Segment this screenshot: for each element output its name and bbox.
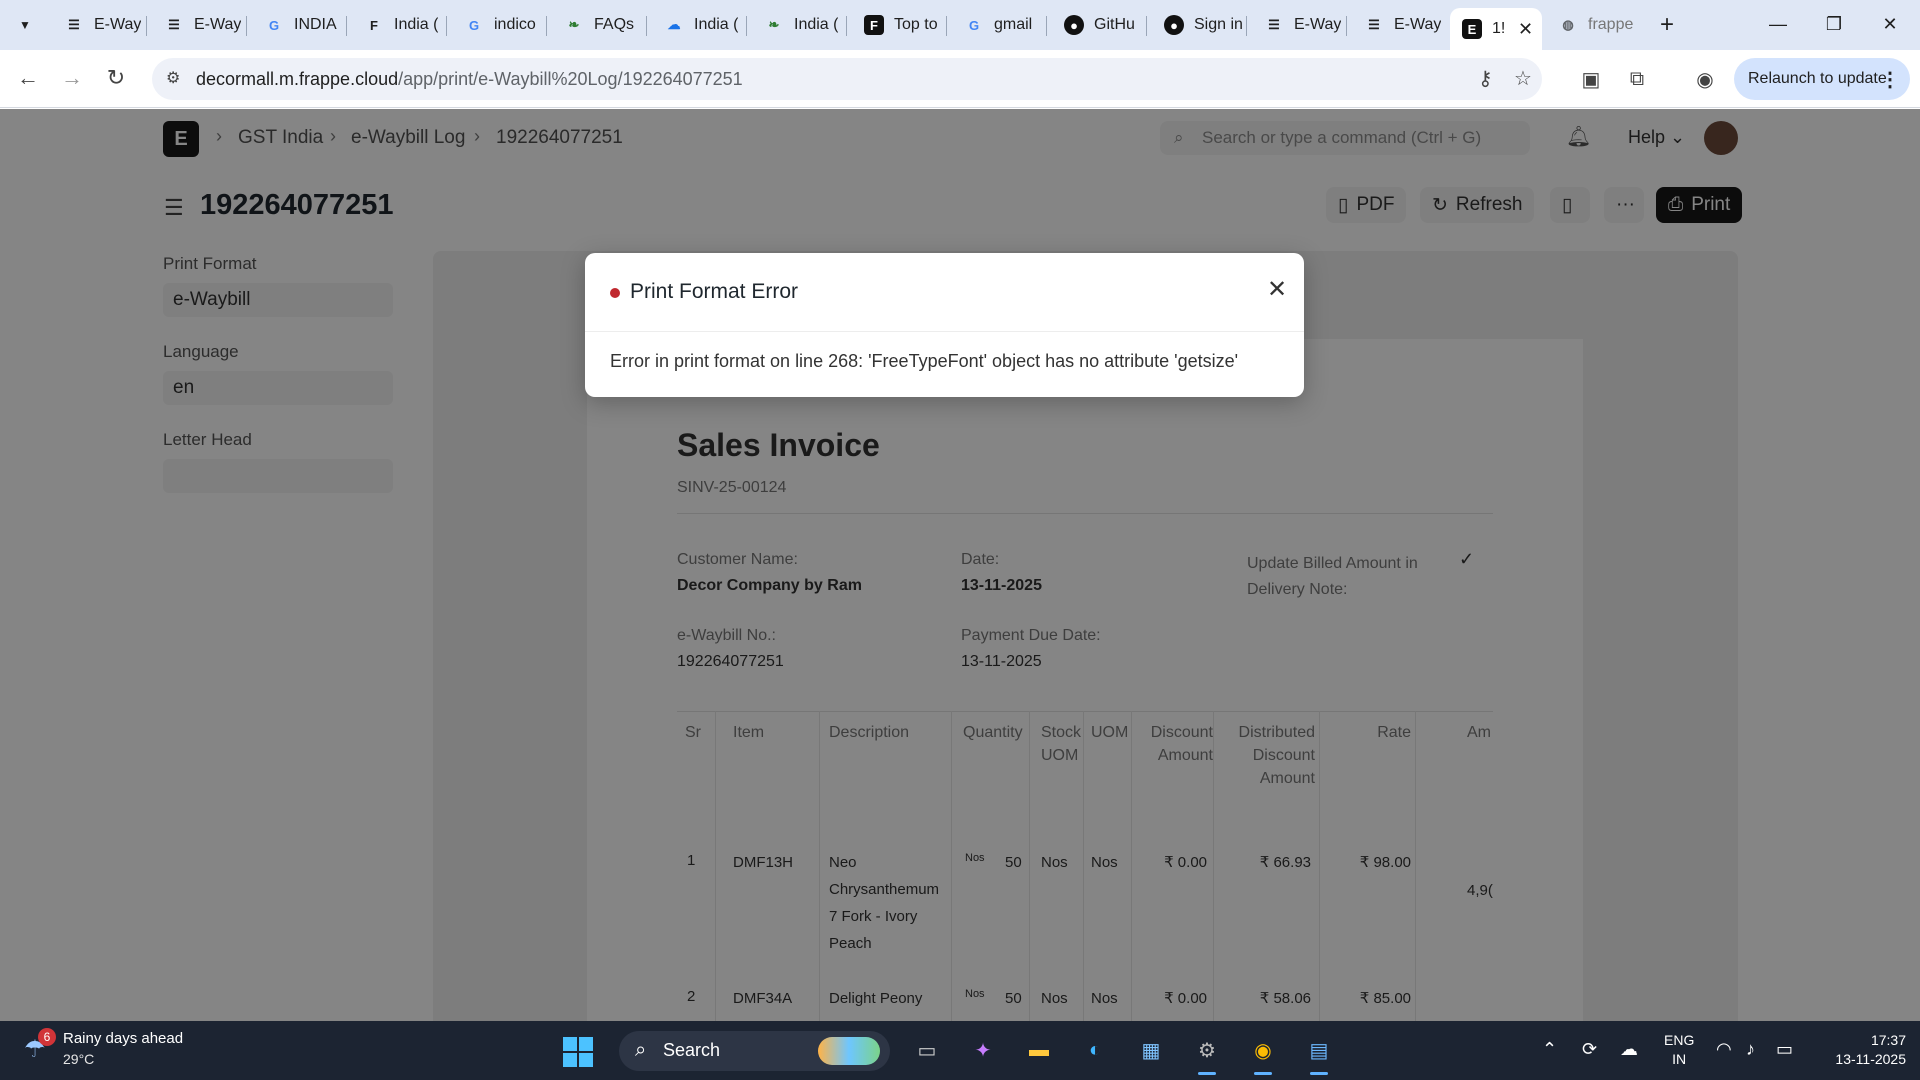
browser-tab[interactable]: ● GitHu [1052,8,1144,42]
edge-icon[interactable]: ◐ [1078,1033,1112,1067]
extension-app-icon[interactable]: ▣ [1576,64,1606,94]
app-page: E › GST India › e-Waybill Log › 19226407… [0,109,1920,1021]
copilot-icon[interactable]: ✦ [966,1033,1000,1067]
browser-tab[interactable]: ☰ E-Way [1252,8,1344,42]
password-key-icon[interactable]: ⚷ [1478,66,1493,91]
leaf-favicon-icon: ❧ [768,17,780,32]
eway-favicon-icon: ☰ [1368,17,1380,32]
github-favicon-icon: ● [1064,15,1084,35]
bookmark-star-icon[interactable]: ☆ [1514,66,1532,91]
search-highlight-icon [818,1037,880,1065]
search-icon: ⌕ [635,1039,647,1061]
profile-icon[interactable]: ◉ [1690,64,1720,94]
chevron-up-icon[interactable]: ⌃ [1542,1039,1557,1060]
settings-gear-icon[interactable]: ⚙ [1190,1033,1224,1075]
tab-divider [646,16,647,36]
store-icon[interactable]: ▦ [1134,1033,1168,1067]
file-explorer-icon[interactable]: ▬ [1022,1033,1056,1067]
error-message: Error in print format on line 268: 'Free… [610,351,1239,371]
google-favicon-icon: G [468,17,480,33]
github-favicon-icon: ● [1164,15,1184,35]
erpnext-favicon-icon: E [1462,19,1482,39]
browser-tab[interactable]: Gindico [452,8,544,42]
leaf-favicon-icon: ❧ [568,17,580,32]
tab-divider [746,16,747,36]
browser-menu-icon[interactable]: ⋮ [1880,67,1900,92]
modal-backdrop[interactable] [0,109,1920,1021]
new-tab-icon[interactable]: + [1652,10,1682,40]
window-close-icon[interactable]: ✕ [1870,8,1910,40]
reload-icon[interactable]: ↻ [100,62,132,94]
forward-icon[interactable]: → [56,62,88,94]
browser-tab[interactable]: ❧ FAQs [552,8,644,42]
sync-icon[interactable]: ⟳ [1582,1039,1597,1060]
system-clock[interactable]: 17:37 13-11-2025 [1816,1031,1906,1069]
taskbar-search[interactable]: ⌕ Search [619,1031,890,1071]
google-favicon-icon: G [968,17,980,33]
taskbar: ☂ 6 Rainy days ahead 29°C ⌕ Search ▭ ✦ ▬ … [0,1021,1920,1080]
tab-divider [946,16,947,36]
browser-toolbar: ← → ↻ ⚙ decormall.m.frappe.cloud/app/pri… [0,50,1920,108]
tab-divider [246,16,247,36]
back-icon[interactable]: ← [12,62,44,94]
tab-divider [446,16,447,36]
frappe-favicon-icon: F [864,15,884,35]
eway-favicon-icon: ☰ [168,17,180,32]
weather-headline: Rainy days ahead [63,1030,184,1047]
notification-badge: 6 [38,1028,56,1046]
address-bar[interactable]: ⚙ decormall.m.frappe.cloud/app/print/e-W… [152,58,1542,100]
tab-divider [1046,16,1047,36]
browser-tab[interactable]: F India ( [352,8,444,42]
globe-favicon-icon: ◍ [1562,17,1574,32]
tab-divider [1146,16,1147,36]
browser-tab[interactable]: G INDIA [252,8,344,42]
onedrive-cloud-icon[interactable]: ☁ [1620,1039,1638,1060]
wifi-icon[interactable]: ◠ [1716,1039,1732,1060]
frappe-favicon-icon: F [370,17,378,33]
error-indicator-dot [610,288,620,298]
browser-tab[interactable]: ☰ E-Way [1352,8,1444,42]
browser-tab[interactable]: ◍ frappe [1546,8,1638,42]
eway-favicon-icon: ☰ [1268,17,1280,32]
browser-tab[interactable]: ☁ India ( [652,8,744,42]
browser-tab[interactable]: Ggmail [952,8,1044,42]
tab-divider [546,16,547,36]
input-language[interactable]: ENG IN [1664,1031,1694,1069]
tab-divider [1246,16,1247,36]
tab-divider [1346,16,1347,36]
tab-divider [146,16,147,36]
volume-icon[interactable]: ♪ [1746,1039,1755,1060]
browser-tab[interactable]: ☰ E-Way [152,8,244,42]
minimize-icon[interactable]: — [1758,8,1798,40]
close-tab-icon[interactable]: ✕ [1518,19,1533,40]
task-view-icon[interactable]: ▭ [910,1033,944,1067]
chrome-icon[interactable]: ◉ [1246,1033,1280,1075]
site-settings-icon[interactable]: ⚙ [166,68,180,88]
browser-tab[interactable]: ● Sign in [1152,8,1244,42]
close-icon[interactable]: ✕ [1261,273,1293,305]
error-dialog: Print Format Error ✕ Error in print form… [585,253,1304,397]
browser-tab-active[interactable]: E 1! ✕ [1450,8,1542,50]
url-text[interactable]: decormall.m.frappe.cloud/app/print/e-Way… [196,69,743,90]
tab-divider [846,16,847,36]
relaunch-to-update-button[interactable]: Relaunch to update ⋮ [1734,58,1910,100]
tab-divider [346,16,347,36]
restore-icon[interactable]: ❐ [1814,8,1854,40]
weather-temperature: 29°C [63,1051,95,1067]
dialog-header: Print Format Error ✕ [585,253,1304,332]
browser-tab-strip: ▼ ☰ E-Way ☰ E-Way G INDIA F India ( Gindico … [0,0,1920,50]
tab-search-chevron-icon[interactable]: ▼ [10,12,40,38]
windows-start-icon[interactable] [563,1037,593,1067]
browser-tab[interactable]: ❧ India ( [752,8,844,42]
extensions-puzzle-icon[interactable]: ⧉ [1622,64,1652,94]
google-favicon-icon: G [268,17,280,33]
browser-tab[interactable]: ☰ E-Way [52,8,144,42]
eway-favicon-icon: ☰ [68,17,80,32]
browser-tab[interactable]: F Top to [852,8,944,42]
notepad-icon[interactable]: ▤ [1302,1033,1336,1075]
cloud-favicon-icon: ☁ [667,17,681,32]
battery-icon[interactable]: ▭ [1776,1039,1793,1060]
dialog-title: Print Format Error [630,280,799,303]
